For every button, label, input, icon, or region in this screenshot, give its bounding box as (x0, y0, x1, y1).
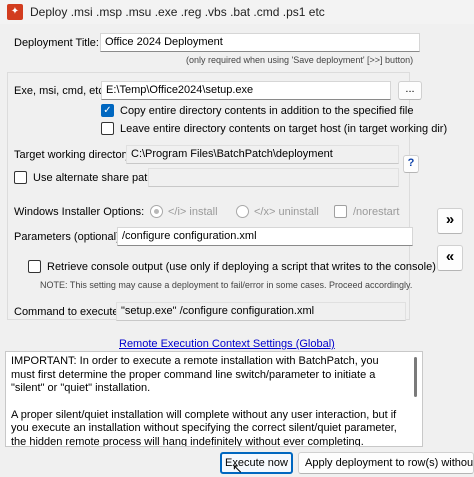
alternate-share-checkbox[interactable] (14, 171, 27, 184)
deployment-title-label: Deployment Title: (14, 37, 99, 49)
apply-deployment-button[interactable]: Apply deployment to row(s) without exe (298, 452, 474, 474)
remote-execution-settings-link[interactable]: Remote Execution Context Settings (Globa… (119, 337, 335, 351)
checkmark-icon: ✓ (103, 105, 112, 116)
console-output-label: Retrieve console output (use only if dep… (47, 261, 436, 273)
command-display: "setup.exe" /configure configuration.xml (116, 302, 406, 321)
window-title: Deploy .msi .msp .msu .exe .reg .vbs .ba… (30, 5, 325, 19)
browse-button[interactable]: ... (398, 81, 422, 100)
console-output-note: NOTE: This setting may cause a deploymen… (40, 280, 413, 290)
norestart-label: /norestart (353, 206, 400, 218)
info-paragraph-1: IMPORTANT: In order to execute a remote … (11, 355, 379, 394)
alternate-share-input[interactable] (148, 168, 399, 187)
copy-directory-label: Copy entire directory contents in additi… (120, 105, 414, 117)
deployment-title-input[interactable]: Office 2024 Deployment (100, 33, 420, 52)
deployment-title-note: (only required when using 'Save deployme… (186, 55, 414, 65)
install-radio-label: </i> install (168, 206, 218, 218)
uninstall-radio[interactable] (236, 205, 249, 218)
alternate-share-label: Use alternate share path: (33, 172, 157, 184)
file-label: Exe, msi, cmd, etc: (14, 85, 107, 97)
mouse-cursor-icon: ↖ (232, 461, 243, 476)
app-icon: ✦ (7, 4, 23, 20)
installer-options-label: Windows Installer Options: (14, 206, 145, 218)
save-deployment-button[interactable]: » (437, 208, 463, 234)
install-radio[interactable] (150, 205, 163, 218)
leave-directory-checkbox[interactable] (101, 122, 114, 135)
info-textarea[interactable]: IMPORTANT: In order to execute a remote … (5, 351, 423, 447)
leave-directory-label: Leave entire directory contents on targe… (120, 123, 448, 135)
help-button[interactable]: ? (403, 155, 419, 173)
info-scrollbar-thumb[interactable] (414, 357, 417, 397)
info-paragraph-2: A proper silent/quiet installation will … (11, 408, 397, 447)
parameters-label: Parameters (optional): (14, 231, 123, 243)
copy-directory-checkbox[interactable]: ✓ (101, 104, 114, 117)
console-output-checkbox[interactable] (28, 260, 41, 273)
file-path-input[interactable]: E:\Temp\Office2024\setup.exe (101, 81, 391, 100)
parameters-input[interactable]: /configure configuration.xml (117, 227, 413, 246)
command-label: Command to execute: (14, 306, 122, 318)
target-directory-input[interactable]: C:\Program Files\BatchPatch\deployment (126, 145, 399, 164)
target-directory-label: Target working directory: (14, 149, 134, 161)
execute-now-button[interactable]: Execute now (220, 452, 293, 474)
norestart-checkbox[interactable] (334, 205, 347, 218)
load-deployment-button[interactable]: « (437, 245, 463, 271)
uninstall-radio-label: </x> uninstall (254, 206, 319, 218)
